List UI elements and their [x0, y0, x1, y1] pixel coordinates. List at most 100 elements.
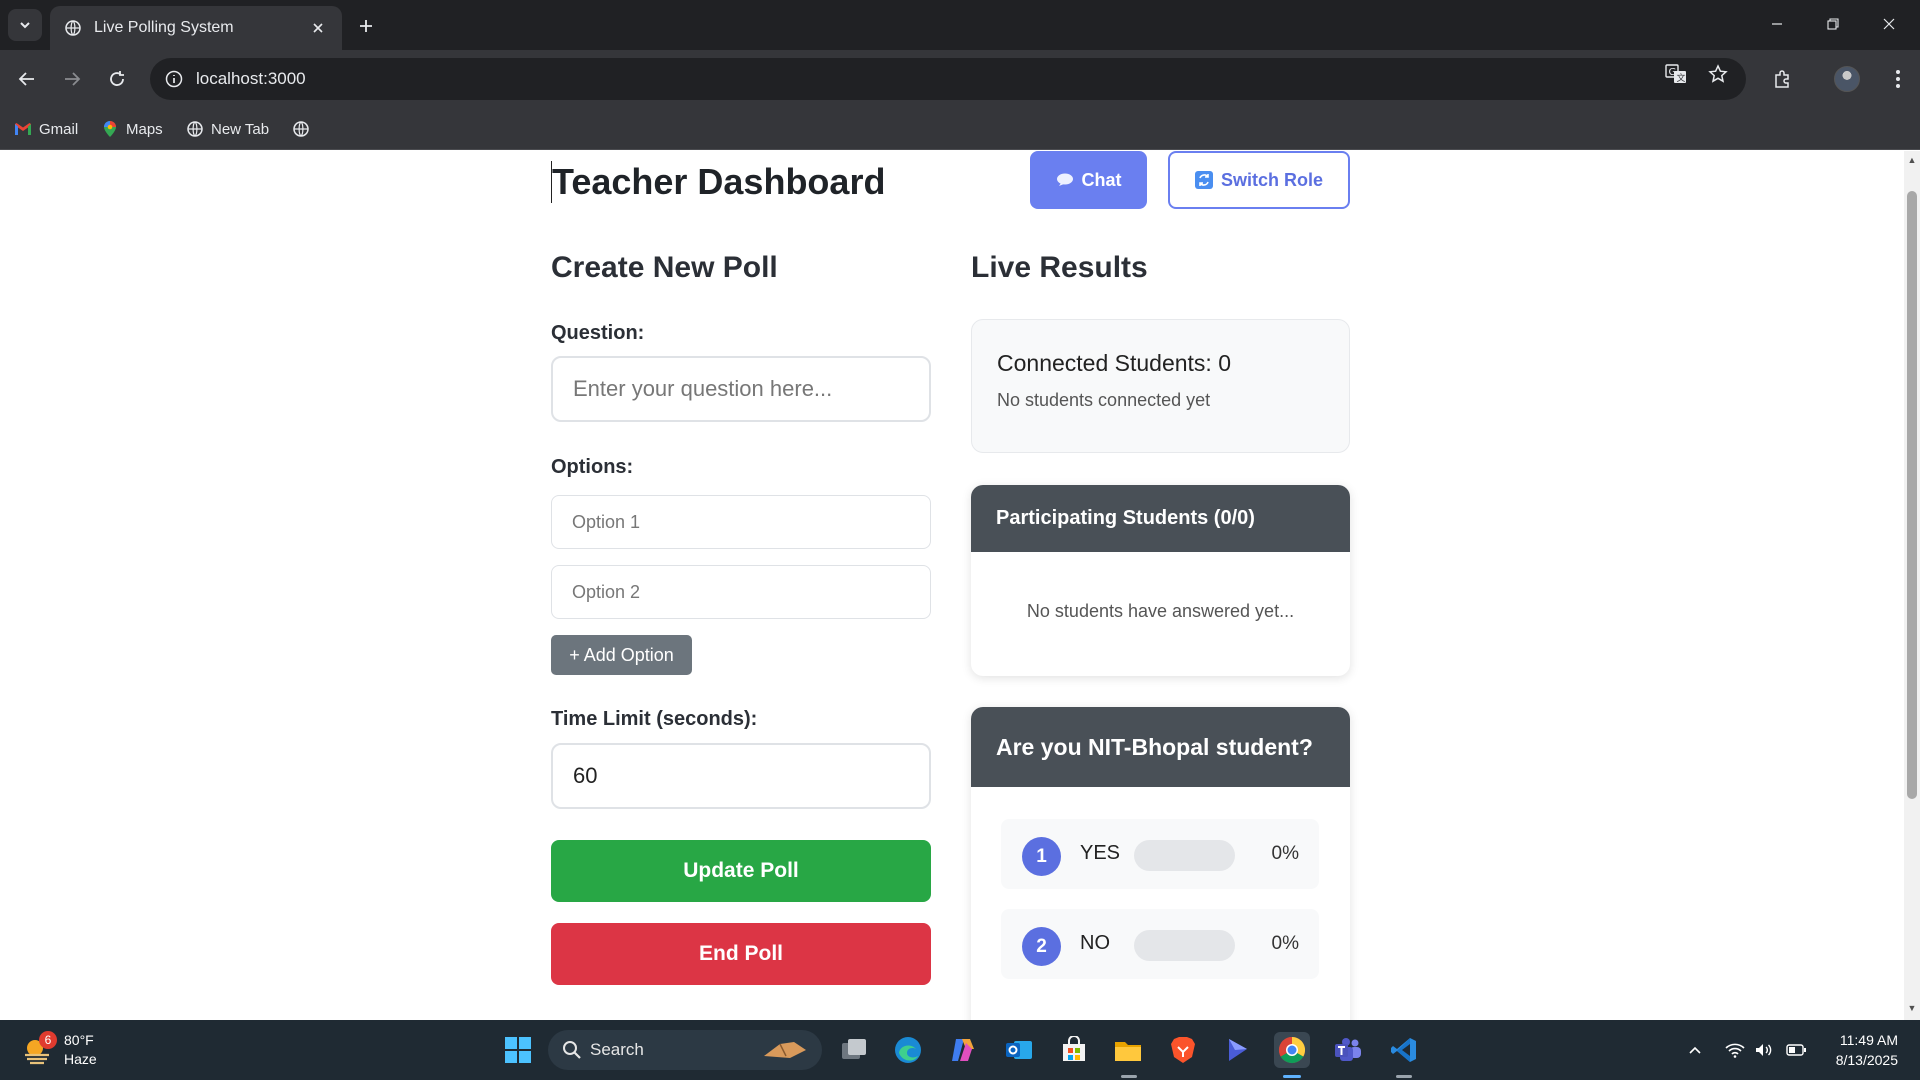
switch-role-button[interactable]: Switch Role: [1168, 151, 1350, 209]
participating-students-card: Participating Students (0/0) No students…: [971, 485, 1350, 676]
switch-role-label: Switch Role: [1220, 169, 1323, 190]
bookmark-untitled[interactable]: [292, 118, 317, 140]
end-poll-button[interactable]: End Poll: [551, 923, 931, 985]
power-automate-app[interactable]: [1220, 1032, 1256, 1068]
battery-icon[interactable]: [1785, 1040, 1807, 1060]
file-explorer-app[interactable]: [1110, 1032, 1146, 1068]
question-input[interactable]: [551, 356, 931, 422]
bookmark-label: New Tab: [211, 120, 270, 138]
bookmark-label: Gmail: [39, 120, 79, 138]
globe-icon: [292, 120, 310, 138]
chevron-down-icon: [20, 22, 30, 29]
weather-widget[interactable]: 6 80°F Haze: [22, 1029, 112, 1071]
connected-students-card: Connected Students: 0 No students connec…: [971, 319, 1350, 453]
running-indicator: [1396, 1075, 1412, 1078]
extensions-icon[interactable]: [1766, 63, 1798, 95]
system-clock[interactable]: 11:49 AM 8/13/2025: [1836, 1030, 1898, 1070]
reload-button[interactable]: [101, 63, 133, 95]
add-option-button[interactable]: + Add Option: [551, 635, 692, 675]
page-scrollbar[interactable]: ▲ ▼: [1904, 151, 1920, 1020]
bookmark-new-tab[interactable]: New Tab: [186, 118, 269, 140]
bookmark-gmail[interactable]: Gmail: [14, 118, 78, 140]
browser-tab[interactable]: Live Polling System: [50, 6, 342, 50]
time-limit-input[interactable]: [551, 743, 931, 809]
result-option-row: 2 NO 0%: [1001, 909, 1319, 979]
weather-condition: Haze: [64, 1051, 97, 1067]
profile-avatar[interactable]: [1834, 66, 1860, 92]
option-2-input[interactable]: [551, 565, 931, 619]
weather-temperature: 80°F: [64, 1032, 94, 1048]
vscode-app[interactable]: [1386, 1032, 1422, 1068]
scroll-down-icon[interactable]: ▼: [1907, 1003, 1917, 1013]
outlook-app[interactable]: [1001, 1032, 1037, 1068]
scroll-up-icon[interactable]: ▲: [1907, 155, 1917, 165]
taskbar-search[interactable]: Search: [548, 1030, 822, 1070]
time-limit-label: Time Limit (seconds):: [551, 708, 758, 730]
option-number-badge: 1: [1022, 837, 1061, 876]
globe-icon: [186, 120, 204, 138]
close-window-button[interactable]: [1866, 8, 1912, 40]
bookmark-maps[interactable]: Maps: [101, 118, 163, 140]
options-label: Options:: [551, 456, 634, 478]
edge-app[interactable]: [890, 1032, 926, 1068]
edge-icon: [895, 1037, 921, 1063]
tab-title: Live Polling System: [94, 19, 234, 36]
bookmarks-bar: Gmail Maps New Tab: [0, 108, 1920, 150]
bookmark-star-icon[interactable]: [1702, 58, 1734, 90]
start-button[interactable]: [500, 1032, 536, 1068]
globe-icon: [64, 19, 82, 37]
option-progress-bar: [1134, 930, 1235, 961]
search-highlight-icon: [764, 1042, 806, 1058]
chat-button[interactable]: Chat: [1030, 151, 1147, 209]
minimize-button[interactable]: [1754, 8, 1800, 40]
task-view-icon: [842, 1039, 866, 1059]
scrollbar-thumb[interactable]: [1907, 191, 1917, 799]
copilot-app[interactable]: [945, 1032, 981, 1068]
page-title: Teacher Dashboard: [551, 161, 886, 203]
store-icon: [1063, 1036, 1085, 1061]
address-bar[interactable]: localhost:3000: [150, 58, 1746, 100]
gmail-icon: [14, 120, 32, 138]
minimize-icon: [1772, 23, 1782, 25]
chat-bubble-icon: [1056, 173, 1074, 187]
chrome-app[interactable]: [1274, 1032, 1310, 1068]
more-menu-icon[interactable]: [1882, 63, 1914, 95]
teams-icon: [1335, 1038, 1361, 1061]
poll-results-card: Are you NIT-Bhopal student? 1 YES 0% 2 N…: [971, 707, 1350, 1020]
new-tab-button[interactable]: [352, 12, 380, 40]
brave-app[interactable]: [1165, 1032, 1201, 1068]
back-button[interactable]: [11, 63, 43, 95]
volume-icon[interactable]: [1753, 1040, 1775, 1060]
vscode-icon: [1391, 1038, 1416, 1062]
clock-time: 11:49 AM: [1839, 1032, 1898, 1048]
os-taskbar: 6 80°F Haze Search 11:49 AM 8/13/2025: [0, 1020, 1920, 1080]
translate-icon[interactable]: G文: [1660, 58, 1692, 90]
folder-icon: [1115, 1042, 1141, 1061]
outlook-icon: [1006, 1041, 1032, 1059]
chat-label: Chat: [1081, 169, 1122, 190]
store-app[interactable]: [1056, 1032, 1092, 1068]
teams-app[interactable]: [1330, 1032, 1366, 1068]
close-icon: [1883, 18, 1895, 30]
chevron-up-icon[interactable]: [1684, 1040, 1706, 1060]
connected-students-status: No students connected yet: [997, 390, 1211, 410]
page-content: Teacher Dashboard Chat Switch Role Creat…: [0, 151, 1904, 1020]
chrome-icon: [1278, 1036, 1306, 1064]
option-percentage: 0%: [1271, 933, 1299, 954]
close-tab-icon[interactable]: [308, 18, 328, 38]
wifi-icon[interactable]: [1724, 1040, 1746, 1060]
search-label: Search: [590, 1040, 644, 1059]
arrow-left-icon: [18, 72, 34, 86]
site-info-icon[interactable]: [162, 67, 186, 91]
option-1-input[interactable]: [551, 495, 931, 549]
update-poll-button[interactable]: Update Poll: [551, 840, 931, 902]
forward-button[interactable]: [56, 63, 88, 95]
task-view-app[interactable]: [836, 1032, 872, 1068]
restore-button[interactable]: [1810, 8, 1856, 40]
option-progress-bar: [1134, 840, 1235, 871]
clock-date: 8/13/2025: [1835, 1052, 1898, 1068]
tab-search-button[interactable]: [8, 9, 42, 41]
weather-badge: 6: [39, 1031, 57, 1049]
copilot-icon: [952, 1039, 974, 1061]
brave-lion-icon: [1171, 1037, 1195, 1063]
